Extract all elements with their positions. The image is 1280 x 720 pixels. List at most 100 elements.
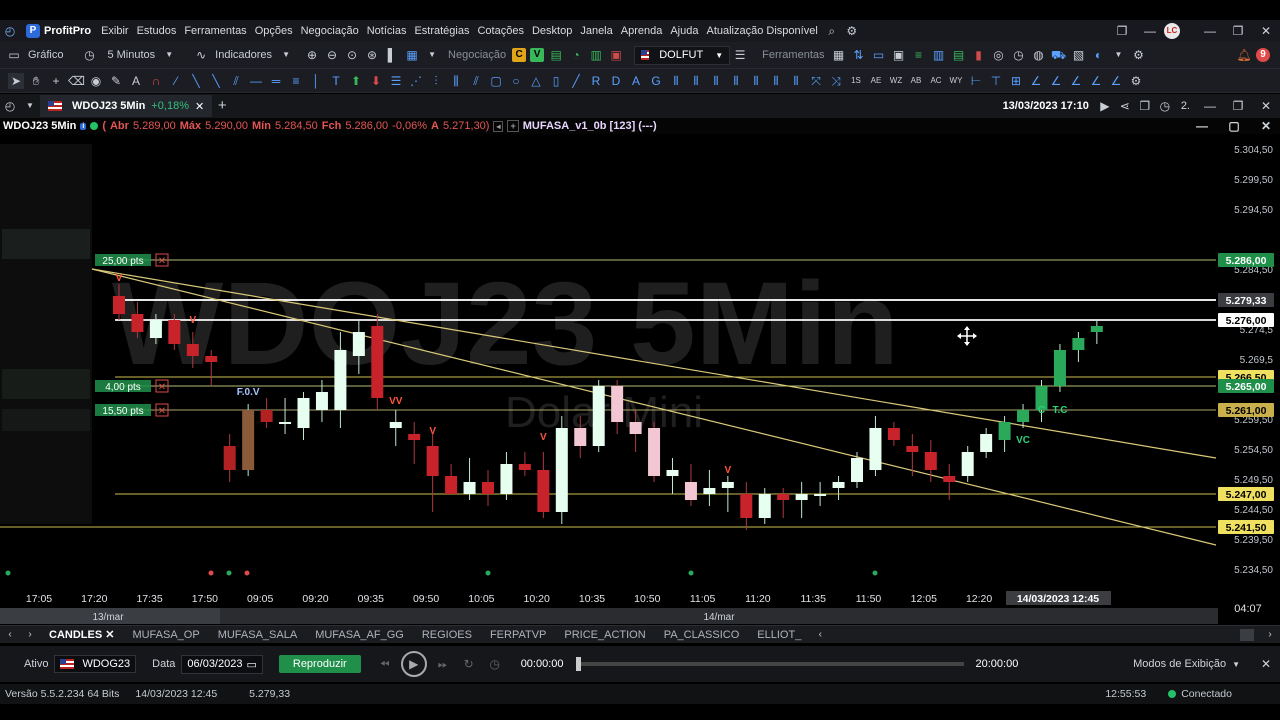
zoom-out-icon[interactable]: ⊖ (324, 47, 340, 63)
collapse-icon[interactable]: ⤨ (828, 73, 844, 89)
tabs-more-icon[interactable]: ‹ (812, 627, 828, 643)
settings-icon[interactable]: ⚙ (844, 23, 860, 39)
ray-icon[interactable]: ╲ (208, 73, 224, 89)
tool-alert-icon[interactable]: ▮ (971, 47, 987, 63)
c-badge[interactable]: C (512, 48, 527, 62)
a-tool-icon[interactable]: A (628, 73, 644, 89)
measure-icon[interactable]: ⊢ (968, 73, 984, 89)
hline-icon[interactable]: — (248, 73, 264, 89)
tab-chart[interactable]: WDOJ23 5Min +0,18% ✕ (40, 95, 213, 117)
tab-mufasa-sala[interactable]: MUFASA_SALA (209, 629, 306, 641)
brush-icon[interactable]: ⁄ (168, 73, 184, 89)
tool-levels-icon[interactable]: ≡ (911, 47, 927, 63)
fibo-fan-icon[interactable]: ⋰ (408, 73, 424, 89)
fibo-time-icon[interactable]: ⫼ (448, 73, 464, 89)
arrow-up-icon[interactable]: ⬆ (348, 73, 364, 89)
timer-icon[interactable]: ◷ (487, 656, 503, 672)
zoom-in-icon[interactable]: ⊕ (304, 47, 320, 63)
tool-gauge-icon[interactable]: ◍ (1031, 47, 1047, 63)
notification-count[interactable]: 9 (1256, 48, 1270, 62)
list-icon[interactable]: ☰ (732, 47, 748, 63)
indicadores-button[interactable]: Indicadores (215, 49, 272, 61)
menu-cotacoes[interactable]: Cotações (473, 25, 527, 37)
eraser-icon[interactable]: ⌫ (68, 73, 85, 89)
menu-ferramentas[interactable]: Ferramentas (180, 25, 250, 37)
hide-study-icon[interactable]: ◂ (493, 120, 504, 132)
zoom-fit-icon[interactable]: ⊙ (344, 47, 360, 63)
fast-forward-icon[interactable]: ⏩︎ (435, 656, 451, 672)
pencil-icon[interactable]: ✎ (108, 73, 124, 89)
measure2-icon[interactable]: ⊤ (988, 73, 1004, 89)
bar-tool-icon[interactable]: ▯ (548, 73, 564, 89)
fibo-icon[interactable]: ☰ (388, 73, 404, 89)
search-icon[interactable]: ⌕ (824, 23, 840, 39)
book-icon[interactable]: ▤ (548, 47, 564, 63)
menu-estudos[interactable]: Estudos (133, 25, 181, 37)
label-ae-icon[interactable]: AE (868, 73, 884, 89)
columns2-icon[interactable]: ⦀ (688, 73, 704, 89)
menu-janela[interactable]: Janela (576, 25, 616, 37)
chevron-down-icon[interactable]: ▼ (278, 47, 294, 63)
hray-icon[interactable]: ═ (268, 73, 284, 89)
scroll-end-icon[interactable]: › (1262, 627, 1278, 643)
parallel-icon[interactable]: ≡ (288, 73, 304, 89)
menu-negociacao[interactable]: Negociação (297, 25, 363, 37)
scroll-left-icon[interactable]: ‹ (2, 627, 18, 643)
gear-icon[interactable]: ⚙ (1131, 47, 1147, 63)
triangle-icon[interactable]: △ (528, 73, 544, 89)
chevron-down-icon[interactable]: ▼ (1111, 47, 1127, 63)
columns6-icon[interactable]: ⦀ (768, 73, 784, 89)
minimize-window-icon[interactable]: — (1196, 24, 1224, 38)
minimize-icon[interactable]: — (1136, 24, 1164, 38)
tool-chart-icon[interactable]: ▤ (951, 47, 967, 63)
columns7-icon[interactable]: ⦀ (788, 73, 804, 89)
rectangle-icon[interactable]: ▢ (488, 73, 504, 89)
tab-elliot[interactable]: ELLIOT_ (748, 629, 810, 641)
tool-strategy-icon[interactable]: ◎ (991, 47, 1007, 63)
magnet-icon[interactable]: ◉ (88, 73, 104, 89)
windows-icon[interactable]: ❐ (1137, 98, 1153, 114)
cursor-icon[interactable]: ➤ (8, 72, 24, 89)
maximize-window-icon[interactable]: ❐ (1224, 24, 1252, 38)
menu-aprenda[interactable]: Aprenda (617, 25, 667, 37)
ativo-input[interactable]: WDOG23 (54, 655, 137, 673)
close-panel-icon[interactable]: ✕ (1252, 119, 1280, 133)
history-icon[interactable]: ◷ (1157, 98, 1173, 114)
r-tool-icon[interactable]: R (588, 73, 604, 89)
close-icon[interactable]: ✕ (105, 629, 114, 641)
chevron-down-icon[interactable]: ▼ (1232, 660, 1240, 669)
tool-grid-icon[interactable]: ▦ (831, 47, 847, 63)
tab-mufasa-op[interactable]: MUFASA_OP (123, 629, 208, 641)
zoom-tool-icon[interactable]: ⊛ (364, 47, 380, 63)
tab-price-action[interactable]: PRICE_ACTION (555, 629, 654, 641)
panel-icon[interactable]: ▣ (608, 47, 624, 63)
candlestick-chart[interactable]: WDOJ23 5Min Dolar Mini VVF.0.VVVVVVVCC T.… (0, 134, 1280, 626)
data-input[interactable]: 06/03/2023 ▭ (181, 654, 263, 674)
minimize-panel-icon[interactable]: — (1188, 119, 1216, 133)
chevron-down-icon[interactable]: ▼ (424, 47, 440, 63)
scroll-right-icon[interactable]: › (22, 627, 38, 643)
tool-window-icon[interactable]: ▭ (871, 47, 887, 63)
modos-button[interactable]: Modos de Exibição (1133, 658, 1226, 670)
horseshoe-icon[interactable]: ∩ (148, 73, 164, 89)
tab-ferpatvp[interactable]: FERPATVP (481, 629, 555, 641)
chart-area[interactable]: WDOJ23 5Min Dolar Mini V V F.0.V VV V V V VC C T.… (0, 134, 1280, 626)
channel-icon[interactable]: ⫽ (228, 73, 244, 89)
cursor-type-icon[interactable]: ▌ (384, 47, 400, 63)
text-tool-icon[interactable]: T (328, 73, 344, 89)
columns3-icon[interactable]: ⦀ (708, 73, 724, 89)
replay-slider-handle[interactable] (575, 657, 581, 671)
restore-tab-icon[interactable]: ❐ (1224, 99, 1252, 113)
horizontal-scrollbar[interactable] (1240, 628, 1254, 641)
grid-tool-icon[interactable]: ⊞ (1008, 73, 1024, 89)
circle-icon[interactable]: ○ (508, 73, 524, 89)
news-icon[interactable]: ▧ (1071, 47, 1087, 63)
bars-icon[interactable]: ▥ (588, 47, 604, 63)
label-1s-icon[interactable]: 1S (848, 73, 864, 89)
timeframe-select[interactable]: 5 Minutos (107, 49, 155, 61)
asset-select[interactable]: DOLFUT ▼ (634, 45, 731, 65)
close-tab-window-icon[interactable]: ✕ (1252, 99, 1280, 113)
label-wy-icon[interactable]: WY (948, 73, 964, 89)
g-tool-icon[interactable]: G (648, 73, 664, 89)
text-icon[interactable]: A (128, 73, 144, 89)
